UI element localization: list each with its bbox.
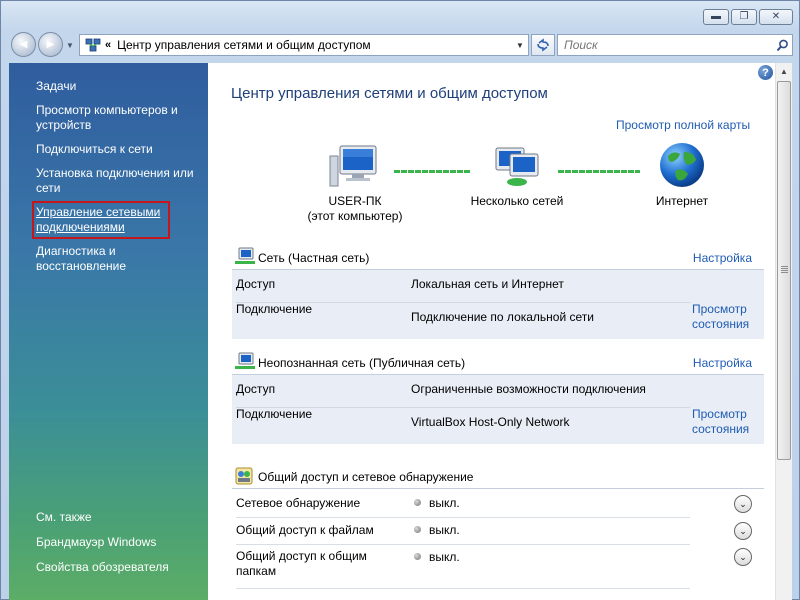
multiple-networks-icon — [495, 147, 539, 186]
network-1-view-status-link[interactable]: Просмотр состояния — [692, 302, 762, 332]
connection-label: Подключение — [236, 302, 313, 316]
file-sharing-state: выкл. — [429, 523, 460, 537]
address-bar[interactable]: « Центр управления сетями и общим доступ… — [79, 34, 529, 56]
public-folder-sharing-label: Общий доступ к общим папкам — [236, 549, 367, 578]
scroll-grip — [781, 266, 788, 274]
row-separator — [236, 517, 690, 518]
access-label: Доступ — [236, 277, 276, 291]
maximize-button[interactable]: ❐ — [731, 9, 757, 25]
sharing-header: Общий доступ и сетевое обнаружение — [232, 466, 764, 488]
status-off-icon — [414, 499, 421, 506]
row-separator — [236, 588, 690, 589]
task-diagnose-repair[interactable]: Диагностика и восстановление — [36, 244, 201, 274]
back-button[interactable]: ◀ — [11, 32, 36, 57]
globe-icon — [660, 143, 704, 187]
close-button[interactable]: ✕ — [759, 9, 793, 25]
recent-pages-dropdown[interactable]: ▼ — [66, 41, 74, 50]
minimize-button[interactable]: ▬ — [703, 9, 729, 25]
connection-label: Подключение — [236, 407, 313, 421]
network-1-title: Сеть (Частная сеть) — [258, 251, 370, 265]
chevron-down-icon: ⌄ — [739, 525, 747, 536]
chevron-down-icon: ⌄ — [739, 551, 747, 562]
caption-buttons: ▬ ❐ ✕ — [703, 9, 793, 25]
see-also-internet-options[interactable]: Свойства обозревателя — [36, 560, 201, 575]
scroll-thumb[interactable] — [777, 81, 791, 460]
task-links: Просмотр компьютеров и устройств Подключ… — [32, 103, 201, 283]
close-icon: ✕ — [771, 11, 781, 22]
chevron-down-icon: ⌄ — [739, 498, 747, 509]
network-2-title: Неопознанная сеть (Публичная сеть) — [258, 356, 466, 370]
search-input[interactable] — [558, 36, 772, 54]
see-also: См. также Брандмауэр Windows Свойства об… — [36, 510, 201, 585]
back-arrow-icon: ◀ — [19, 39, 28, 50]
access-value: Локальная сеть и Интернет — [411, 277, 564, 291]
status-off-icon — [414, 526, 421, 533]
access-value: Ограниченные возможности подключения — [411, 382, 646, 396]
status-off-icon — [414, 553, 421, 560]
address-chevron[interactable]: « — [105, 39, 111, 51]
network-name: Несколько сетей — [470, 194, 564, 208]
search-box[interactable] — [557, 34, 793, 56]
see-also-heading: См. также — [36, 510, 92, 524]
divider — [232, 488, 764, 489]
task-pane: Задачи Просмотр компьютеров и устройств … — [9, 63, 208, 600]
page-title: Центр управления сетями и общим доступом — [231, 85, 548, 102]
expand-file-sharing-button[interactable]: ⌄ — [734, 522, 752, 540]
forward-arrow-icon: ▶ — [46, 39, 55, 50]
task-manage-connections[interactable]: Управление сетевыми подключениями — [32, 201, 170, 239]
network-1-header: Сеть (Частная сеть) Настройка — [232, 247, 764, 269]
expand-network-discovery-button[interactable]: ⌄ — [734, 495, 752, 513]
tasks-heading: Задачи — [36, 79, 77, 93]
network-2-customize-link[interactable]: Настройка — [693, 356, 752, 370]
sharing-row-file-sharing: Общий доступ к файлам выкл. ⌄ — [232, 522, 764, 546]
network-2-details: Доступ Ограниченные возможности подключе… — [232, 375, 764, 444]
search-icon[interactable] — [772, 39, 792, 52]
map-internet[interactable]: Интернет — [627, 140, 737, 209]
view-full-map-link[interactable]: Просмотр полной карты — [616, 118, 750, 132]
access-label: Доступ — [236, 382, 276, 396]
connection-value: Подключение по локальной сети — [411, 310, 594, 324]
public-folder-sharing-state: выкл. — [429, 550, 460, 564]
network-2-header: Неопознанная сеть (Публичная сеть) Настр… — [232, 352, 764, 374]
network-discovery-label: Сетевое обнаружение — [236, 496, 361, 510]
computer-sub: (этот компьютер) — [307, 209, 403, 223]
connection-value: VirtualBox Host-Only Network — [411, 415, 570, 429]
vertical-scrollbar[interactable]: ▲ — [775, 63, 792, 600]
expand-public-folder-sharing-button[interactable]: ⌄ — [734, 548, 752, 566]
network-1-details: Доступ Локальная сеть и Интернет Подключ… — [232, 270, 764, 339]
row-separator — [236, 544, 690, 545]
computer-name: USER-ПК — [328, 194, 382, 208]
navigation-bar: ◀ ▶ ▼ « Центр управления сетями и общим … — [8, 31, 794, 59]
map-network[interactable]: Несколько сетей — [462, 142, 572, 209]
sharing-icon — [235, 467, 253, 485]
network-1-customize-link[interactable]: Настройка — [693, 251, 752, 265]
computer-icon — [329, 145, 377, 187]
see-also-firewall[interactable]: Брандмауэр Windows — [36, 535, 201, 550]
internet-name: Интернет — [655, 194, 709, 208]
network-bench-icon — [235, 247, 255, 264]
maximize-icon: ❐ — [739, 11, 749, 22]
help-button[interactable]: ? — [758, 65, 773, 80]
network-discovery-state: выкл. — [429, 496, 460, 510]
map-computer[interactable]: USER-ПК (этот компьютер) — [300, 142, 410, 224]
forward-button[interactable]: ▶ — [38, 32, 63, 57]
address-dropdown-icon[interactable]: ▼ — [512, 41, 528, 50]
scroll-up-icon[interactable]: ▲ — [776, 63, 792, 79]
refresh-button[interactable] — [531, 34, 555, 56]
minimize-icon: ▬ — [711, 11, 721, 22]
task-view-computers[interactable]: Просмотр компьютеров и устройств — [36, 103, 201, 133]
address-text: Центр управления сетями и общим доступом — [117, 38, 371, 52]
file-sharing-label: Общий доступ к файлам — [236, 523, 374, 537]
task-setup-connection[interactable]: Установка подключения или сети — [36, 166, 201, 196]
sharing-row-public-folder: Общий доступ к общим папкам выкл. ⌄ — [232, 548, 764, 589]
sharing-row-network-discovery: Сетевое обнаружение выкл. ⌄ — [232, 495, 764, 519]
sharing-title: Общий доступ и сетевое обнаружение — [258, 470, 474, 484]
network-icon — [85, 38, 101, 52]
map-line-left — [394, 170, 470, 173]
network-bench-icon — [235, 352, 255, 369]
network-2-view-status-link[interactable]: Просмотр состояния — [692, 407, 762, 437]
refresh-icon — [537, 38, 549, 52]
task-connect-to-network[interactable]: Подключиться к сети — [36, 142, 201, 157]
